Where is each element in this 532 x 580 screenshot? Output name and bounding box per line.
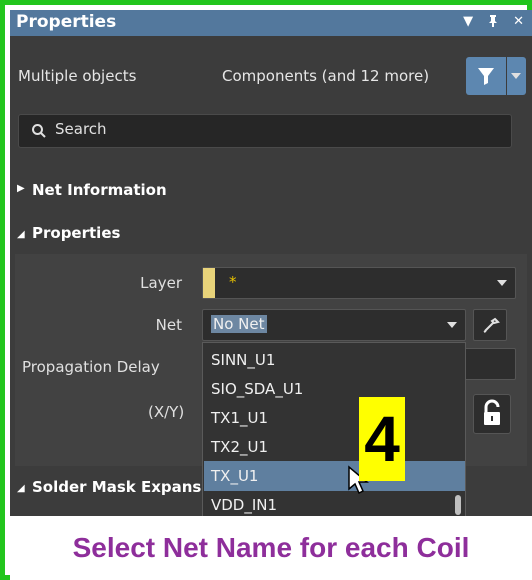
selection-label: Multiple objects (18, 67, 137, 85)
collapse-arrow-icon[interactable]: ◢ (17, 229, 25, 240)
xy-label: (X/Y) (148, 403, 185, 421)
net-value: No Net (211, 315, 267, 333)
filter-dropdown-button[interactable] (507, 57, 526, 95)
collapse-arrow-icon[interactable]: ◢ (17, 483, 25, 494)
titlebar-controls: ▼ ✕ (463, 14, 524, 32)
layer-value: * (229, 273, 237, 291)
list-item[interactable]: TX1_U1 (211, 409, 268, 427)
list-item[interactable]: VDD_IN1 (211, 496, 277, 514)
list-item[interactable]: TX2_U1 (211, 438, 268, 456)
panel-title: Properties (16, 12, 117, 32)
properties-panel: Properties ▼ ✕ Multiple objects Componen… (10, 10, 532, 516)
list-item[interactable]: SIO_SDA_U1 (211, 380, 303, 398)
net-label: Net (155, 316, 182, 334)
propagation-delay-label: Propagation Delay (22, 358, 160, 376)
section-net-information[interactable]: Net Information (32, 181, 167, 199)
list-item[interactable]: TX_U1 (211, 467, 258, 485)
chevron-down-icon (497, 280, 507, 286)
expand-arrow-icon[interactable]: ▶ (17, 183, 25, 194)
chevron-down-icon (511, 73, 521, 79)
step-number-badge: 4 (359, 397, 405, 481)
lock-icon (484, 399, 500, 425)
lock-button[interactable] (473, 394, 511, 434)
net-dropdown-list: SINN_U1 SIO_SDA_U1 TX1_U1 TX2_U1 TX_U1 V… (202, 342, 466, 516)
layer-select[interactable]: * (202, 267, 516, 299)
dropdown-scrollbar[interactable] (455, 495, 461, 515)
caption-text: Select Net Name for each Coil (10, 516, 532, 580)
pick-net-button[interactable] (473, 309, 507, 341)
layer-color-swatch (203, 268, 215, 298)
propagation-delay-field[interactable] (462, 348, 516, 380)
panel-titlebar: Properties ▼ ✕ (10, 10, 532, 36)
net-select[interactable]: No Net (202, 309, 466, 341)
chevron-down-icon (447, 322, 457, 328)
filter-icon (478, 68, 494, 85)
section-properties[interactable]: Properties (32, 224, 120, 242)
section-solder-mask[interactable]: Solder Mask Expans (32, 478, 201, 496)
layer-label: Layer (140, 274, 182, 292)
search-icon (32, 124, 46, 138)
filter-button[interactable] (466, 57, 506, 95)
close-icon[interactable]: ✕ (513, 14, 524, 32)
eyedropper-icon (483, 317, 500, 333)
list-item[interactable]: SINN_U1 (211, 351, 275, 369)
dropdown-arrow-icon[interactable]: ▼ (463, 14, 473, 32)
tutorial-frame: Properties ▼ ✕ Multiple objects Componen… (0, 0, 532, 580)
pin-icon[interactable] (487, 14, 499, 32)
search-placeholder: Search (55, 120, 107, 138)
selection-summary: Components (and 12 more) (222, 67, 430, 85)
